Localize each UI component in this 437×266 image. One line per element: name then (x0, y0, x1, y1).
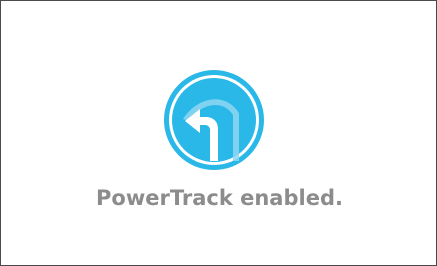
status-message: PowerTrack enabled. (96, 186, 343, 210)
notification-panel: PowerTrack enabled. (0, 0, 437, 266)
powertrack-logo (163, 69, 265, 171)
powertrack-left-turn-arrow-icon (164, 70, 264, 170)
